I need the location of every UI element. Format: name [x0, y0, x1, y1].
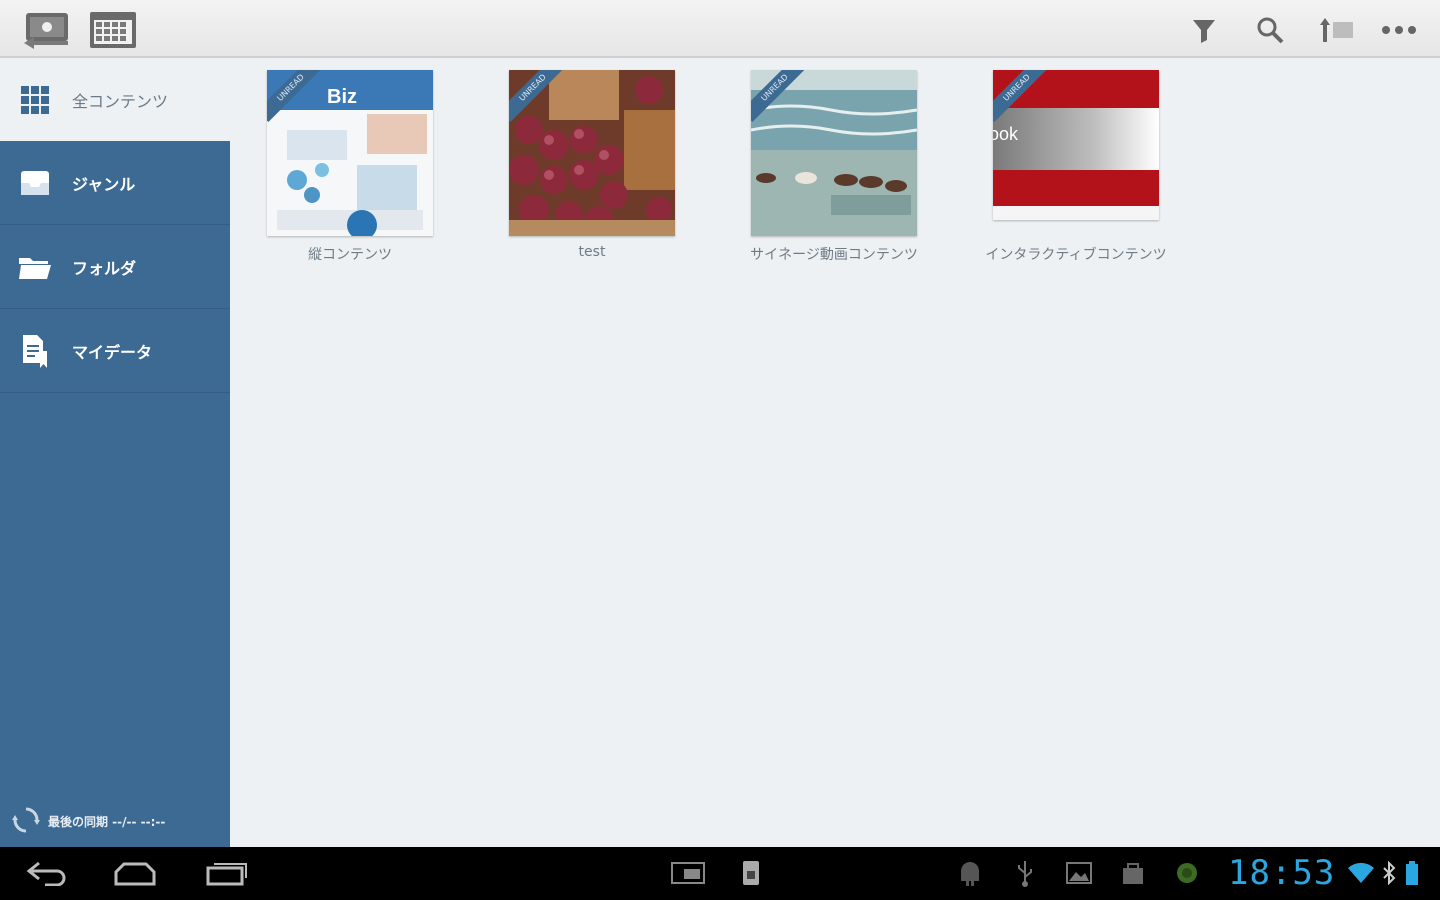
- content-title: インタラクティブコンテンツ: [985, 247, 1167, 263]
- bluetooth-icon: [1380, 857, 1398, 889]
- grid-icon: [18, 83, 52, 117]
- content-title: test: [578, 244, 606, 260]
- sidebar-item-genre[interactable]: ジャンル: [0, 141, 230, 225]
- sync-icon: [12, 806, 40, 837]
- sync-status[interactable]: 最後の同期 --/-- --:--: [12, 806, 165, 837]
- content-card[interactable]: Biz UNREAD 縦コンテンツ: [230, 70, 470, 270]
- folder-icon: [18, 250, 52, 284]
- content-grid: Biz UNREAD 縦コンテンツ UNREAD test UNREAD サイネ…: [230, 58, 1440, 847]
- thumbnail-text: Biz: [327, 86, 357, 108]
- status-clock: 18:53: [1228, 853, 1336, 893]
- sync-label: 最後の同期 --/-- --:--: [48, 815, 166, 829]
- sidebar: 全コンテンツ ジャンル フォルダ マイデータ 最後の同期 --/-- --:--: [0, 58, 230, 847]
- home-icon[interactable]: [110, 857, 160, 889]
- content-title: 縦コンテンツ: [308, 247, 392, 263]
- app-status-icon: [1172, 857, 1202, 889]
- inbox-icon: [18, 166, 52, 200]
- content-card[interactable]: UNREAD test: [472, 70, 712, 270]
- content-thumbnail[interactable]: ook UNREAD: [993, 70, 1159, 220]
- action-bar: [0, 0, 1440, 58]
- system-nav-bar: 18:53: [0, 847, 1440, 900]
- sidebar-item-all-contents[interactable]: 全コンテンツ: [0, 58, 230, 141]
- search-icon[interactable]: [1250, 10, 1290, 50]
- image-icon: [1062, 857, 1096, 889]
- battery-icon: [1402, 857, 1422, 889]
- thumbnail-text: ook: [993, 124, 1019, 144]
- sidebar-item-folder[interactable]: フォルダ: [0, 225, 230, 309]
- sidebar-item-label: フォルダ: [72, 258, 137, 278]
- filter-icon[interactable]: [1184, 10, 1224, 50]
- sd-card-icon[interactable]: [736, 857, 766, 889]
- content-card[interactable]: UNREAD サイネージ動画コンテンツ: [714, 70, 954, 270]
- screenshot-icon[interactable]: [666, 857, 710, 889]
- wifi-icon: [1346, 857, 1376, 889]
- sidebar-item-label: ジャンル: [72, 174, 136, 194]
- sidebar-item-label: 全コンテンツ: [72, 91, 169, 111]
- store-icon: [1116, 857, 1150, 889]
- recent-apps-icon[interactable]: [200, 857, 250, 889]
- sidebar-item-label: マイデータ: [72, 342, 153, 362]
- content-thumbnail[interactable]: UNREAD: [509, 70, 675, 236]
- content-thumbnail[interactable]: UNREAD: [751, 70, 917, 236]
- document-icon: [18, 334, 52, 368]
- sort-icon[interactable]: [1314, 10, 1360, 50]
- content-card[interactable]: ook UNREAD インタラクティブコンテンツ: [956, 70, 1196, 270]
- content-title: サイネージ動画コンテンツ: [750, 247, 918, 263]
- sidebar-item-mydata[interactable]: マイデータ: [0, 309, 230, 393]
- overflow-menu-icon[interactable]: [1376, 10, 1422, 50]
- content-thumbnail[interactable]: Biz UNREAD: [267, 70, 433, 236]
- android-debug-icon: [952, 857, 988, 889]
- calendar-icon[interactable]: [86, 6, 140, 52]
- download-box-icon[interactable]: [20, 6, 76, 52]
- usb-icon: [1010, 857, 1040, 889]
- back-icon[interactable]: [22, 857, 72, 889]
